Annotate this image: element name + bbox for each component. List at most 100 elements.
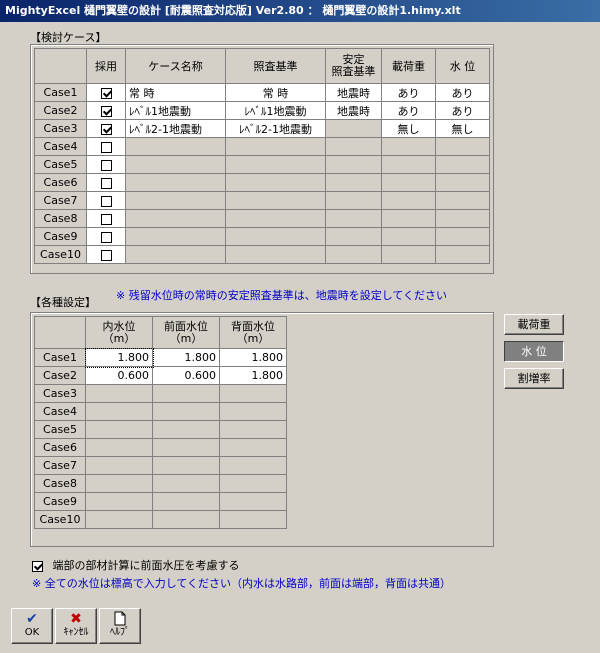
case-name-cell[interactable] bbox=[125, 173, 226, 192]
back-water-cell[interactable] bbox=[219, 420, 287, 439]
load-cell[interactable] bbox=[381, 137, 436, 156]
back-water-cell[interactable] bbox=[219, 402, 287, 421]
load-cell[interactable] bbox=[381, 155, 436, 174]
adopt-cell[interactable] bbox=[86, 101, 126, 120]
inner-water-cell[interactable] bbox=[85, 438, 153, 457]
adopt-checkbox[interactable] bbox=[100, 105, 112, 117]
stability-cell[interactable] bbox=[325, 209, 382, 228]
back-water-cell[interactable] bbox=[219, 438, 287, 457]
load-button[interactable]: 載荷重 bbox=[504, 314, 564, 335]
water-cell[interactable]: あり bbox=[435, 101, 490, 120]
inner-water-cell[interactable]: 1.800 bbox=[84, 347, 154, 368]
help-button[interactable]: ﾍﾙﾌﾟ bbox=[99, 608, 141, 644]
stability-cell[interactable] bbox=[325, 119, 382, 138]
front-water-cell[interactable]: 0.600 bbox=[152, 366, 220, 385]
adopt-cell[interactable] bbox=[86, 119, 126, 138]
front-water-cell[interactable] bbox=[152, 492, 220, 511]
adopt-cell[interactable] bbox=[86, 137, 126, 156]
stability-cell[interactable]: 地震時 bbox=[325, 83, 382, 102]
inner-water-cell[interactable] bbox=[85, 420, 153, 439]
criteria-cell[interactable] bbox=[225, 227, 326, 246]
adopt-cell[interactable] bbox=[86, 245, 126, 264]
case-name-cell[interactable] bbox=[125, 245, 226, 264]
adopt-checkbox[interactable] bbox=[100, 195, 112, 207]
front-water-cell[interactable] bbox=[152, 474, 220, 493]
stability-cell[interactable] bbox=[325, 245, 382, 264]
adopt-checkbox[interactable] bbox=[100, 177, 112, 189]
adopt-checkbox[interactable] bbox=[100, 141, 112, 153]
case-name-cell[interactable] bbox=[125, 227, 226, 246]
front-water-cell[interactable] bbox=[152, 456, 220, 475]
cancel-button[interactable]: ✖ ｷｬﾝｾﾙ bbox=[55, 608, 97, 644]
criteria-cell[interactable] bbox=[225, 155, 326, 174]
adopt-checkbox[interactable] bbox=[100, 87, 112, 99]
criteria-cell[interactable] bbox=[225, 245, 326, 264]
adopt-checkbox[interactable] bbox=[100, 249, 112, 261]
load-cell[interactable] bbox=[381, 245, 436, 264]
water-cell[interactable] bbox=[435, 191, 490, 210]
adopt-cell[interactable] bbox=[86, 209, 126, 228]
load-cell[interactable] bbox=[381, 191, 436, 210]
front-water-cell[interactable] bbox=[152, 384, 220, 403]
load-cell[interactable] bbox=[381, 209, 436, 228]
load-cell[interactable]: あり bbox=[381, 83, 436, 102]
adopt-cell[interactable] bbox=[86, 191, 126, 210]
criteria-cell[interactable] bbox=[225, 209, 326, 228]
adopt-checkbox[interactable] bbox=[100, 213, 112, 225]
water-cell[interactable] bbox=[435, 173, 490, 192]
back-water-cell[interactable] bbox=[219, 474, 287, 493]
case-name-cell[interactable] bbox=[125, 137, 226, 156]
criteria-cell[interactable] bbox=[225, 191, 326, 210]
front-water-cell[interactable]: 1.800 bbox=[152, 348, 220, 367]
water-cell[interactable]: あり bbox=[435, 83, 490, 102]
adopt-checkbox[interactable] bbox=[100, 231, 112, 243]
stability-cell[interactable] bbox=[325, 155, 382, 174]
stability-cell[interactable] bbox=[325, 191, 382, 210]
case-name-cell[interactable] bbox=[125, 191, 226, 210]
case-name-cell[interactable]: 常 時 bbox=[125, 83, 226, 102]
water-cell[interactable] bbox=[435, 209, 490, 228]
criteria-cell[interactable]: ﾚﾍﾞﾙ2-1地震動 bbox=[225, 119, 326, 138]
front-water-cell[interactable] bbox=[152, 420, 220, 439]
inner-water-cell[interactable] bbox=[85, 456, 153, 475]
back-water-cell[interactable]: 1.800 bbox=[219, 366, 287, 385]
water-cell[interactable] bbox=[435, 137, 490, 156]
load-cell[interactable]: あり bbox=[381, 101, 436, 120]
case-name-cell[interactable] bbox=[125, 155, 226, 174]
criteria-cell[interactable] bbox=[225, 173, 326, 192]
water-cell[interactable] bbox=[435, 155, 490, 174]
back-water-cell[interactable]: 1.800 bbox=[219, 348, 287, 367]
adopt-checkbox[interactable] bbox=[100, 159, 112, 171]
load-cell[interactable]: 無し bbox=[381, 119, 436, 138]
stability-cell[interactable] bbox=[325, 227, 382, 246]
criteria-cell[interactable] bbox=[225, 137, 326, 156]
front-water-cell[interactable] bbox=[152, 402, 220, 421]
front-pressure-checkbox[interactable] bbox=[32, 560, 43, 572]
increase-rate-button[interactable]: 割増率 bbox=[504, 368, 564, 389]
adopt-checkbox[interactable] bbox=[100, 123, 112, 135]
load-cell[interactable] bbox=[381, 227, 436, 246]
water-cell[interactable] bbox=[435, 245, 490, 264]
case-name-cell[interactable]: ﾚﾍﾞﾙ1地震動 bbox=[125, 101, 226, 120]
criteria-cell[interactable]: ﾚﾍﾞﾙ1地震動 bbox=[225, 101, 326, 120]
front-water-cell[interactable] bbox=[152, 438, 220, 457]
inner-water-cell[interactable] bbox=[85, 402, 153, 421]
stability-cell[interactable] bbox=[325, 173, 382, 192]
water-cell[interactable]: 無し bbox=[435, 119, 490, 138]
stability-cell[interactable]: 地震時 bbox=[325, 101, 382, 120]
inner-water-cell[interactable]: 0.600 bbox=[85, 366, 153, 385]
adopt-cell[interactable] bbox=[86, 227, 126, 246]
back-water-cell[interactable] bbox=[219, 510, 287, 529]
criteria-cell[interactable]: 常 時 bbox=[225, 83, 326, 102]
back-water-cell[interactable] bbox=[219, 384, 287, 403]
back-water-cell[interactable] bbox=[219, 456, 287, 475]
back-water-cell[interactable] bbox=[219, 492, 287, 511]
water-cell[interactable] bbox=[435, 227, 490, 246]
load-cell[interactable] bbox=[381, 173, 436, 192]
case-name-cell[interactable]: ﾚﾍﾞﾙ2-1地震動 bbox=[125, 119, 226, 138]
ok-button[interactable]: ✔ OK bbox=[11, 608, 53, 644]
front-water-cell[interactable] bbox=[152, 510, 220, 529]
adopt-cell[interactable] bbox=[86, 155, 126, 174]
inner-water-cell[interactable] bbox=[85, 492, 153, 511]
inner-water-cell[interactable] bbox=[85, 510, 153, 529]
